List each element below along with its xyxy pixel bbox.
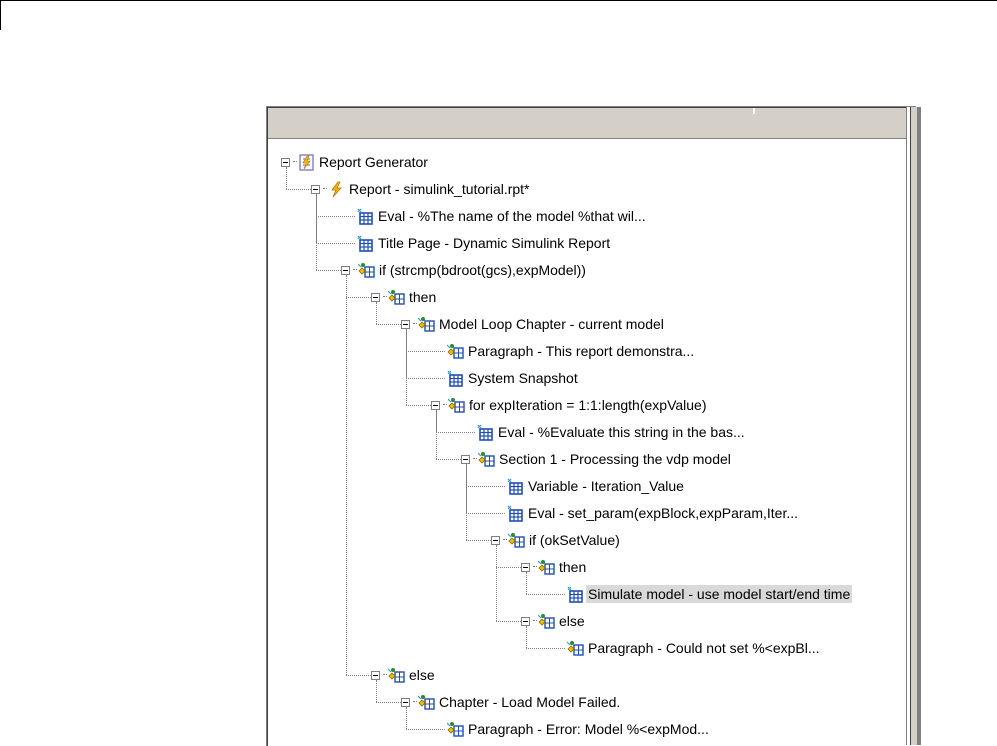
logic-component-icon <box>566 640 584 657</box>
grid-component-icon <box>357 208 374 225</box>
panel-right-shadow <box>917 107 921 745</box>
tree-node[interactable]: Eval - set_param(expBlock,expParam,Iter.… <box>491 501 800 525</box>
tree-node-label: Chapter - Load Model Failed. <box>439 694 621 710</box>
grid-component-icon <box>447 370 464 387</box>
logic-component-icon <box>357 262 375 279</box>
tree-node-label: Report - simulink_tutorial.rpt* <box>349 181 530 197</box>
tree-node-label: Model Loop Chapter - current model <box>439 316 664 332</box>
tree-connector-stub <box>323 188 327 190</box>
tree-connector-stub <box>533 566 537 568</box>
collapse-toggle[interactable] <box>491 535 500 545</box>
tree-node[interactable]: Paragraph - This report demonstra... <box>431 339 696 363</box>
tree-node-label: Title Page - Dynamic Simulink Report <box>378 235 611 251</box>
logic-component-icon <box>537 559 555 576</box>
tree-connector-stub <box>473 458 477 460</box>
logic-component-icon <box>477 451 495 468</box>
collapse-toggle[interactable] <box>311 184 320 194</box>
tree-connector-stub <box>413 323 417 325</box>
tree-node[interactable]: then <box>371 285 438 309</box>
grid-component-icon <box>567 586 584 603</box>
collapse-toggle[interactable] <box>341 265 350 275</box>
tree-node-label: then <box>409 289 437 305</box>
tree-node[interactable]: Eval - %Evaluate this string in the bas.… <box>461 420 747 444</box>
panel-header <box>268 108 916 139</box>
tree-node[interactable]: Model Loop Chapter - current model <box>401 312 666 336</box>
tree-node[interactable]: Eval - %The name of the model %that wil.… <box>341 204 648 228</box>
tree-node-label: for expIteration = 1:1:length(expValue) <box>469 397 707 413</box>
tree-connector-stub <box>383 296 387 298</box>
page-top-rule <box>0 0 997 1</box>
tree-node-label: then <box>559 559 587 575</box>
collapse-toggle[interactable] <box>401 319 410 329</box>
logic-component-icon <box>446 343 464 360</box>
tree-connector-stub <box>413 701 417 703</box>
logic-component-icon <box>417 316 435 333</box>
tree-node-label: Eval - %The name of the model %that wil.… <box>378 208 646 224</box>
tree-node-label: Paragraph - Error: Model %<expMod... <box>468 721 709 737</box>
tree-node[interactable]: Title Page - Dynamic Simulink Report <box>341 231 612 255</box>
collapse-toggle[interactable] <box>521 616 530 626</box>
tree-node-label: Variable - Iteration_Value <box>528 478 684 494</box>
header-divider <box>753 108 755 114</box>
collapse-toggle[interactable] <box>401 697 410 707</box>
tree-connector-stub <box>533 620 537 622</box>
tree-node[interactable]: Variable - Iteration_Value <box>491 474 686 498</box>
tree-node-label: else <box>409 667 435 683</box>
logic-component-icon <box>387 289 405 306</box>
lightning-report-icon <box>328 181 345 198</box>
tree-connector-stub <box>443 404 447 406</box>
tree-node-label: Paragraph - This report demonstra... <box>468 343 695 359</box>
tree-node[interactable]: if (okSetValue) <box>491 528 622 552</box>
grid-component-icon <box>477 424 494 441</box>
tree-node-label: else <box>559 613 585 629</box>
tree-node[interactable]: else <box>521 609 587 633</box>
grid-component-icon <box>507 505 524 522</box>
report-generator-icon <box>298 153 315 171</box>
tree-node[interactable]: System Snapshot <box>431 366 580 390</box>
tree-node[interactable]: Report Generator <box>281 150 430 174</box>
tree-node[interactable]: Report - simulink_tutorial.rpt* <box>311 177 532 201</box>
grid-component-icon <box>507 478 524 495</box>
logic-component-icon <box>537 613 555 630</box>
tree-node[interactable]: if (strcmp(bdroot(gcs),expModel)) <box>341 258 588 282</box>
collapse-toggle[interactable] <box>431 400 440 410</box>
tree-node-label: Eval - %Evaluate this string in the bas.… <box>498 424 745 440</box>
logic-component-icon <box>387 667 405 684</box>
collapse-toggle[interactable] <box>521 562 530 572</box>
collapse-toggle[interactable] <box>371 670 380 680</box>
tree-connector-stub <box>383 674 387 676</box>
tree-node[interactable]: Simulate model - use model start/end tim… <box>551 582 853 606</box>
logic-component-icon <box>417 694 435 711</box>
logic-component-icon <box>446 721 464 738</box>
tree-node-label: Report Generator <box>319 154 428 170</box>
tree-connector-stub <box>503 539 507 541</box>
tree-node-label: Simulate model - use model start/end tim… <box>586 585 853 603</box>
tree-node[interactable]: then <box>521 555 588 579</box>
tree-node[interactable]: Paragraph - Could not set %<expBl... <box>551 636 822 660</box>
tree-node[interactable]: Section 1 - Processing the vdp model <box>461 447 733 471</box>
tree-node-label: Section 1 - Processing the vdp model <box>499 451 731 467</box>
collapse-toggle[interactable] <box>461 454 470 464</box>
collapse-toggle[interactable] <box>371 292 380 302</box>
tree-node[interactable]: else <box>371 663 437 687</box>
tree-node-label: Paragraph - Could not set %<expBl... <box>588 640 820 656</box>
tree-node-label: if (okSetValue) <box>529 532 620 548</box>
tree-node-label: Eval - set_param(expBlock,expParam,Iter.… <box>528 505 798 521</box>
grid-component-icon <box>357 235 374 252</box>
logic-component-icon <box>447 397 465 414</box>
tree-connector-stub <box>293 161 297 163</box>
tree-connector-stub <box>353 269 357 271</box>
tree-node[interactable]: Chapter - Load Model Failed. <box>401 690 622 714</box>
logic-component-icon <box>507 532 525 549</box>
tree-node-label: System Snapshot <box>468 370 578 386</box>
tree-node-label: if (strcmp(bdroot(gcs),expModel)) <box>379 262 586 278</box>
collapse-toggle[interactable] <box>281 157 290 167</box>
tree-node[interactable]: Paragraph - Error: Model %<expMod... <box>431 717 711 741</box>
page-left-tick <box>0 0 1 30</box>
tree-node[interactable]: for expIteration = 1:1:length(expValue) <box>431 393 709 417</box>
